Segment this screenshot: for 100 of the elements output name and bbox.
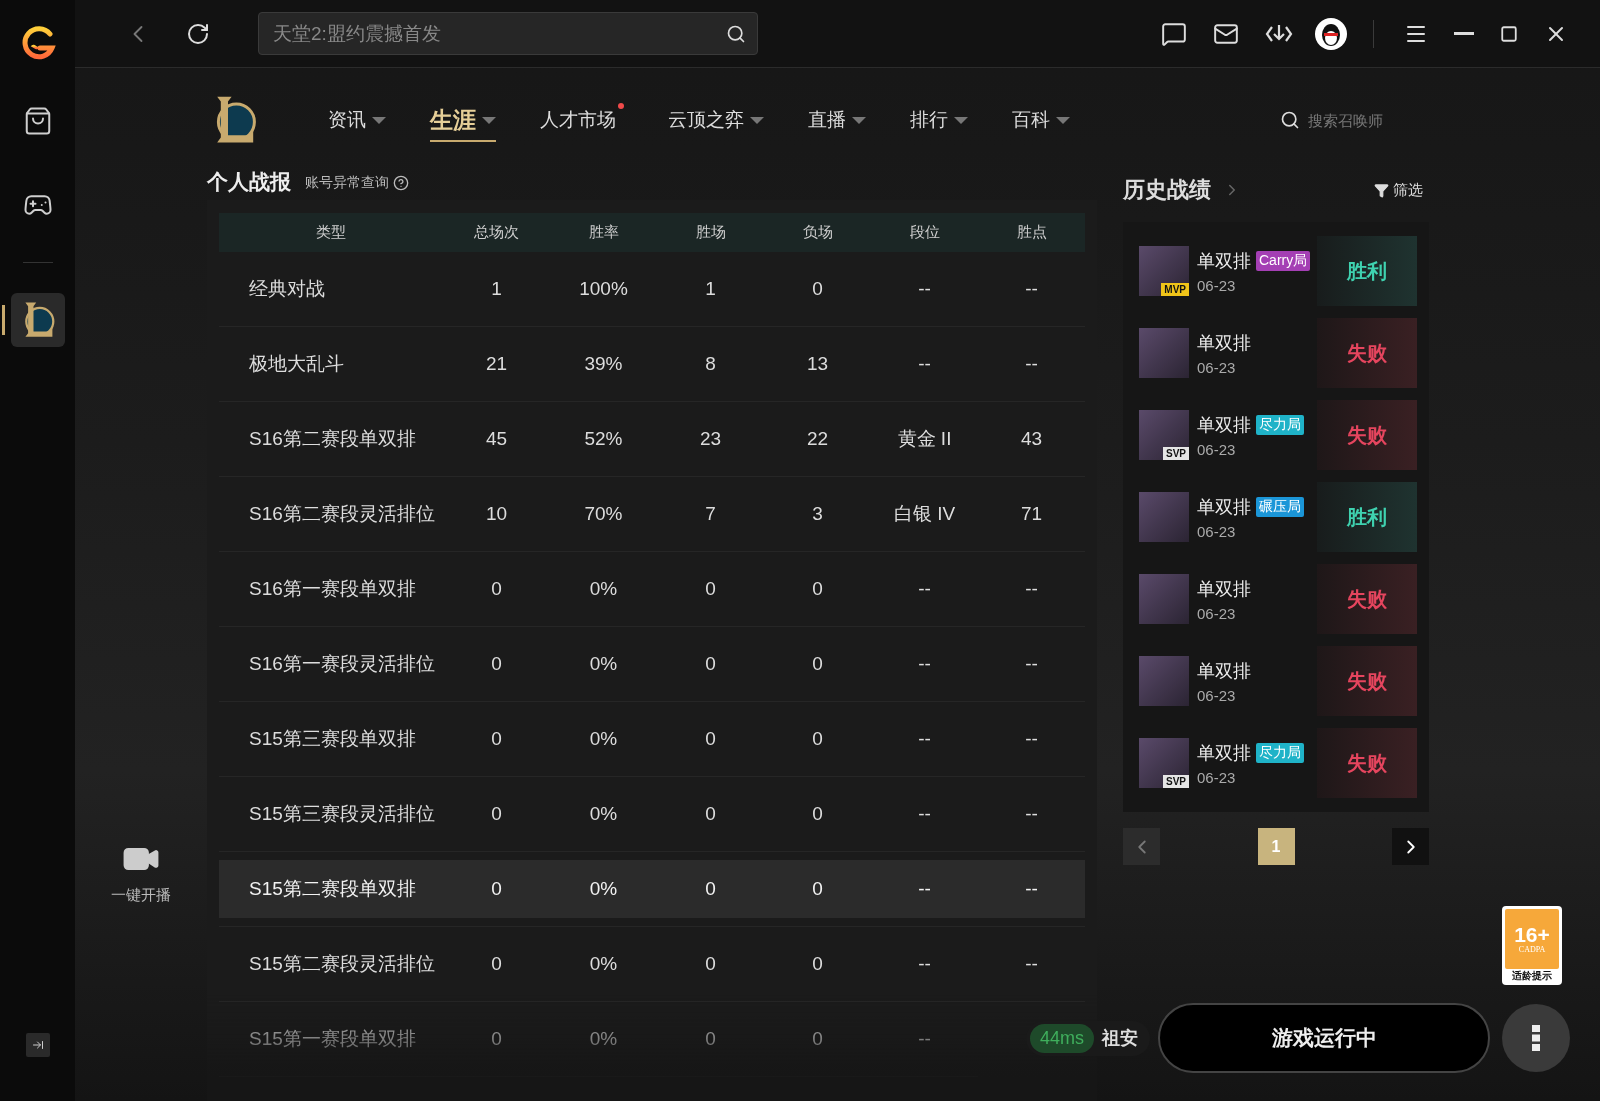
table-cell-text: 71 [1019, 503, 1044, 525]
arrow-to-line-icon [32, 1038, 44, 1052]
table-cell-text: 白银 IV [892, 502, 957, 526]
account-check-link[interactable]: 账号异常查询 [305, 174, 409, 192]
nav-tab[interactable]: 人才市场 [540, 101, 624, 139]
table-cell-text: 8 [704, 353, 717, 375]
caret-icon [750, 116, 764, 124]
table-cell-text: 0 [811, 803, 824, 825]
collapse-button[interactable] [26, 1033, 50, 1057]
table-cell-text: 0 [490, 578, 503, 600]
refresh-icon [186, 21, 210, 46]
table-cell-text: S16第一赛段单双排 [248, 577, 417, 601]
match-date: 06-23 [1197, 276, 1237, 294]
launch-button[interactable]: 游戏运行中 [1158, 1003, 1490, 1073]
table-cell-text: 0% [588, 878, 619, 900]
match-date: 06-23 [1197, 686, 1237, 704]
table-cell-text: S15第二赛段单双排 [248, 877, 417, 901]
match-date: 06-23 [1197, 522, 1237, 540]
table-cell-text: 0 [811, 578, 824, 600]
table-cell-text: 3 [811, 503, 824, 525]
help-icon [393, 175, 409, 191]
match-result: 失败 [1317, 564, 1417, 634]
table-cell-text: 10 [484, 503, 509, 525]
caret-icon [954, 116, 968, 124]
table-cell-text: -- [917, 953, 932, 975]
queue-mode: 单双排 [1197, 495, 1251, 519]
table-cell-text: 0 [811, 878, 824, 900]
honor-badge: SVP [1163, 447, 1189, 460]
summoner-search-field[interactable]: 搜索召唤师 [1280, 107, 1420, 133]
match-tag: 尽力局 [1256, 742, 1304, 763]
table-cell-text: 43 [1019, 428, 1044, 450]
match-date: 06-23 [1197, 604, 1237, 622]
nav-tab[interactable]: 直播 [808, 101, 866, 139]
minimize-icon [1454, 32, 1474, 35]
table-cell-text: -- [917, 278, 932, 300]
table-cell-text: 黄金 II [896, 427, 953, 451]
table-cell-text: 0 [490, 653, 503, 675]
champion-portrait [1139, 656, 1189, 706]
chat-icon [1161, 20, 1187, 47]
caret-icon [852, 116, 866, 124]
table-cell-text: 13 [805, 353, 830, 375]
table-cell-text: 极地大乱斗 [248, 352, 345, 376]
match-date: 06-23 [1197, 440, 1237, 458]
queue-mode: 单双排 [1197, 741, 1251, 765]
column-header: 胜场 [694, 223, 727, 242]
table-cell-text: S15第三赛段灵活排位 [248, 802, 436, 826]
search-field[interactable]: 天堂2:盟约震撼首发 [258, 12, 758, 55]
match-result: 胜利 [1317, 236, 1417, 306]
maximize-icon [1500, 24, 1518, 43]
table-cell-text: -- [917, 878, 932, 900]
table-cell-text: 39% [583, 353, 624, 375]
filter-icon [1374, 182, 1389, 198]
column-header: 胜率 [587, 223, 620, 242]
live-label: 一键开播 [111, 886, 171, 905]
champion-portrait [1139, 492, 1189, 542]
queue-mode: 单双排 [1197, 249, 1251, 273]
search-icon[interactable] [726, 23, 746, 44]
table-cell-text: 0 [811, 728, 824, 750]
nav-tab[interactable]: 云顶之弈 [668, 101, 764, 139]
search-icon [1280, 110, 1300, 130]
table-cell-text: S15第三赛段单双排 [248, 727, 417, 751]
user-avatar[interactable] [1315, 17, 1347, 50]
filter-button[interactable]: 筛选 [1368, 179, 1429, 201]
table-cell-text: 0% [588, 728, 619, 750]
match-tag: 尽力局 [1256, 414, 1304, 435]
table-cell-text: 0 [704, 653, 717, 675]
table-cell-text: 经典对战 [248, 277, 326, 301]
honor-badge: MVP [1161, 283, 1189, 296]
server-name: 祖安 [1102, 1027, 1138, 1050]
table-cell-text: -- [1024, 353, 1039, 375]
match-tag: Carry局 [1256, 250, 1311, 271]
table-cell-text: 0 [811, 653, 824, 675]
table-cell-text: 7 [704, 503, 717, 525]
table-cell-text: 0 [490, 878, 503, 900]
table-cell-text: 0 [704, 878, 717, 900]
nav-tab[interactable]: 生涯 [430, 98, 496, 142]
table-cell-text: -- [1024, 653, 1039, 675]
table-cell-text: -- [1024, 953, 1039, 975]
age-rating-badge: 16+ CADPA 适龄提示 [1502, 906, 1562, 985]
table-cell-text: 0 [811, 953, 824, 975]
column-header: 类型 [315, 223, 347, 242]
table-cell-text: -- [917, 653, 932, 675]
next-page-button[interactable] [1392, 828, 1429, 865]
ping-reading: 44ms [1030, 1023, 1094, 1053]
section-title: 个人战报 [207, 171, 291, 192]
match-result: 失败 [1317, 400, 1417, 470]
table-cell-text: 0 [490, 1028, 503, 1050]
nav-tab[interactable]: 排行 [910, 101, 968, 139]
table-cell-text: 0% [588, 578, 619, 600]
table-cell-text: S15第二赛段灵活排位 [248, 952, 436, 976]
table-cell-text: S15第一赛段单双排 [248, 1027, 417, 1051]
match-date: 06-23 [1197, 768, 1237, 786]
table-cell-text: -- [917, 353, 932, 375]
nav-tab[interactable]: 资讯 [328, 101, 386, 139]
table-cell-text: 0 [490, 953, 503, 975]
table-cell-text: 0% [588, 653, 619, 675]
nav-tab[interactable]: 百科 [1012, 101, 1070, 139]
honor-badge: SVP [1163, 775, 1189, 788]
table-cell-text: 0% [588, 803, 619, 825]
table-cell-text: 0 [704, 803, 717, 825]
